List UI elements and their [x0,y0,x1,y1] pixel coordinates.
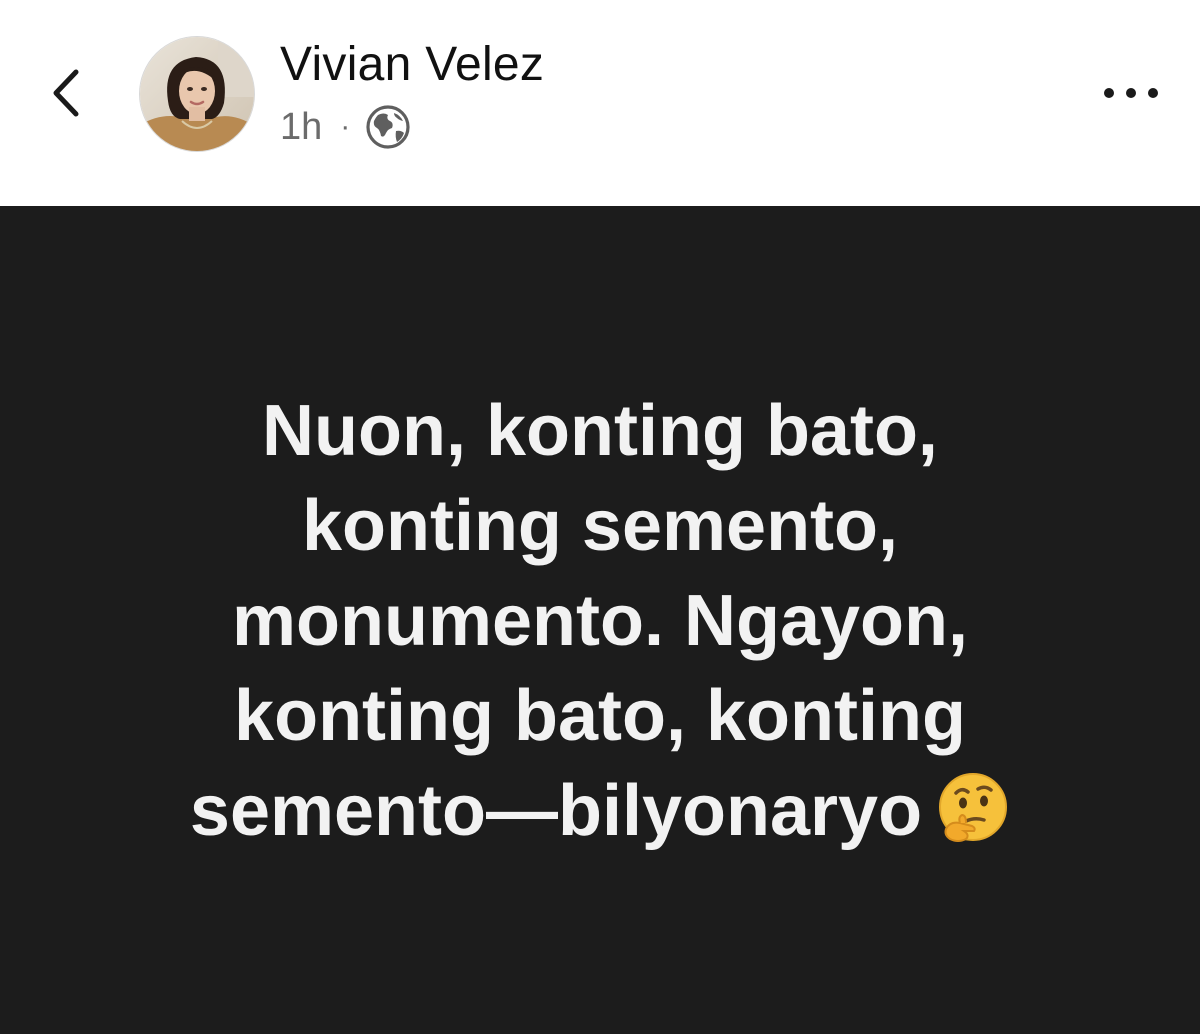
thinking-face-icon [939,773,1008,842]
profile-photo [140,37,254,151]
post-text: Nuon, konting bato, konting semento, mon… [0,384,1200,859]
post-text-line-last: semento—bilyonaryo [0,764,1200,859]
post-meta: 1h · [280,102,412,152]
globe-icon[interactable] [364,103,412,151]
post-text-line: monumento. Ngayon, [232,581,968,661]
post-text-line: Nuon, konting bato, [262,391,938,471]
post-text-line: konting semento, [301,486,899,566]
text-post-background: Nuon, konting bato, konting semento, mon… [0,206,1200,1034]
back-button[interactable] [40,58,100,128]
post-text-line-content: semento—bilyonaryo [189,771,923,851]
ellipsis-icon [1104,88,1158,98]
more-options-button[interactable] [1098,78,1164,108]
meta-separator: · [340,110,351,143]
post-text-line: konting bato, konting [234,676,966,756]
post-timestamp[interactable]: 1h [280,102,322,152]
author-name[interactable]: Vivian Velez [280,36,544,94]
chevron-left-icon [53,69,79,117]
avatar[interactable] [139,36,255,152]
post-header: Vivian Velez 1h · [0,0,1200,206]
